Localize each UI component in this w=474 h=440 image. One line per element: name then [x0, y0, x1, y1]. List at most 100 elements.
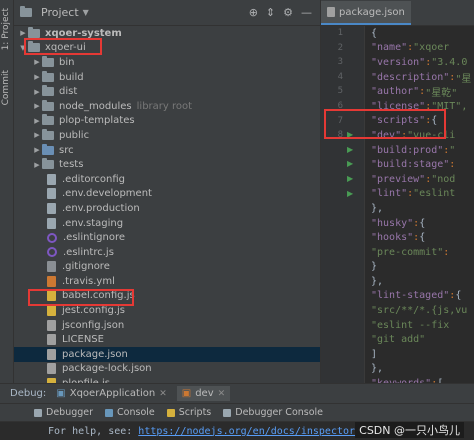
tree-item[interactable]: LICENSE [14, 332, 320, 347]
tree-item-label: src [59, 144, 74, 156]
tree-item[interactable]: package.json [14, 347, 320, 362]
tree-item[interactable]: .env.production [14, 201, 320, 216]
json-file-icon [47, 348, 56, 360]
code-line[interactable]: "lint": "eslint [365, 187, 474, 202]
code-line[interactable]: "lint-staged": { [365, 289, 474, 304]
code-line[interactable]: "build:stage": [365, 157, 474, 172]
tree-item[interactable]: ▶ xqoer-system [14, 26, 320, 41]
chevron-down-icon[interactable]: ▼ [83, 8, 89, 17]
chevron-right-icon[interactable]: ▶ [32, 58, 42, 66]
code-line[interactable]: "author": "星乾" [365, 84, 474, 99]
close-icon[interactable]: ✕ [159, 389, 167, 399]
code-line[interactable]: "dev": "vue-cli [365, 128, 474, 143]
run-script-icon[interactable]: ▶ [347, 130, 353, 139]
tree-item[interactable]: .editorconfig [14, 172, 320, 187]
code-line[interactable]: }, [365, 274, 474, 289]
code-area[interactable]: { "name": "xqoer "version": "3.4.0 "desc… [365, 26, 474, 383]
code-line[interactable]: "eslint --fix [365, 318, 474, 333]
run-script-icon[interactable]: ▶ [347, 174, 353, 183]
tree-item[interactable]: ▶ dist [14, 84, 320, 99]
gear-icon[interactable]: ⚙ [283, 6, 293, 19]
code-line[interactable]: "version": "3.4.0 [365, 55, 474, 70]
editor-tab-package-json[interactable]: package.json [321, 1, 411, 25]
chevron-right-icon[interactable]: ▶ [32, 88, 42, 96]
debugger-console-icon [223, 408, 232, 417]
console-tab[interactable]: Console [105, 407, 155, 418]
code-line[interactable]: "description": "星 [365, 70, 474, 85]
line-number: 8 [337, 130, 343, 141]
chevron-right-icon[interactable]: ▶ [32, 131, 42, 139]
run-script-icon[interactable]: ▶ [347, 159, 353, 168]
line-number: 1 [337, 28, 343, 38]
tree-item[interactable]: .eslintignore [14, 230, 320, 245]
collapse-icon[interactable]: ⇕ [266, 6, 275, 19]
git-file-icon [47, 261, 56, 273]
code-line[interactable]: "license": "MIT", [365, 99, 474, 114]
minimize-icon[interactable]: — [301, 6, 312, 19]
code-line[interactable]: "build:prod": " [365, 143, 474, 158]
commit-tool-tab[interactable]: Commit [1, 70, 13, 105]
tree-item[interactable]: ▶ node_modules library root [14, 99, 320, 114]
tree-item[interactable]: jest.config.js [14, 303, 320, 318]
globe-icon[interactable]: ⊕ [249, 6, 258, 19]
tree-item[interactable]: ▶ build [14, 70, 320, 85]
tree-item[interactable]: ▶ src [14, 143, 320, 158]
editor-tab-bar: package.json [321, 0, 474, 26]
scripts-tab[interactable]: Scripts [166, 407, 211, 418]
debugger-tab[interactable]: Debugger [34, 407, 93, 418]
tree-item[interactable]: ▶ plop-templates [14, 114, 320, 129]
code-line[interactable]: "hooks": { [365, 230, 474, 245]
code-line[interactable]: "keywords": [ [365, 376, 474, 383]
folder-icon [42, 114, 54, 126]
chevron-right-icon[interactable]: ▶ [32, 102, 42, 110]
tree-item[interactable]: jsconfig.json [14, 318, 320, 333]
code-line[interactable]: ] [365, 347, 474, 362]
code-line[interactable]: "husky": { [365, 216, 474, 231]
tree-item[interactable]: .env.staging [14, 216, 320, 231]
code-line[interactable]: "src/**/*.{js,vu [365, 303, 474, 318]
debug-tab-dev[interactable]: ▣ dev ✕ [176, 386, 231, 401]
chevron-right-icon[interactable]: ▶ [32, 161, 42, 169]
tree-item[interactable]: .travis.yml [14, 274, 320, 289]
tree-item[interactable]: babel.config.js [14, 289, 320, 304]
folder-icon [42, 70, 54, 82]
run-script-icon[interactable]: ▶ [347, 145, 353, 154]
tree-item[interactable]: ▼ xqoer-ui [14, 41, 320, 56]
folder-icon [42, 158, 54, 170]
code-line[interactable]: "pre-commit": [365, 245, 474, 260]
tree-item[interactable]: .eslintrc.js [14, 245, 320, 260]
tree-item-label: bin [59, 56, 75, 68]
chevron-down-icon[interactable]: ▼ [18, 44, 28, 52]
code-line[interactable]: "scripts": { [365, 114, 474, 129]
tree-item[interactable]: ▶ tests [14, 157, 320, 172]
tree-item[interactable]: .gitignore [14, 260, 320, 275]
tree-item[interactable]: ▶ public [14, 128, 320, 143]
tree-item[interactable]: package-lock.json [14, 362, 320, 377]
tree-item[interactable]: plopfile.js [14, 376, 320, 383]
tree-item[interactable]: .env.development [14, 187, 320, 202]
code-line[interactable]: { [365, 26, 474, 41]
debug-label: Debug: [10, 388, 47, 399]
chevron-right-icon[interactable]: ▶ [18, 29, 28, 37]
code-line[interactable]: }, [365, 201, 474, 216]
code-line[interactable]: "name": "xqoer [365, 41, 474, 56]
chevron-right-icon[interactable]: ▶ [32, 73, 42, 81]
chevron-right-icon[interactable]: ▶ [32, 146, 42, 154]
debug-tab-xqoer-application[interactable]: ▣ XqoerApplication ✕ [56, 388, 166, 399]
project-panel-header: Project ▼ ⊕ ⇕ ⚙ — [14, 0, 320, 26]
code-line[interactable]: "preview": "nod [365, 172, 474, 187]
code-line[interactable]: } [365, 260, 474, 275]
debugger-console-tab[interactable]: Debugger Console [223, 407, 323, 418]
close-icon[interactable]: ✕ [218, 389, 226, 399]
project-tool-tab[interactable]: 1: Project [1, 8, 13, 50]
debugger-console-tab-label: Debugger Console [235, 407, 324, 418]
code-line[interactable]: "git add" [365, 332, 474, 347]
chevron-right-icon[interactable]: ▶ [32, 117, 42, 125]
inspector-link[interactable]: https://nodejs.org/en/docs/inspector [138, 426, 355, 437]
code-line[interactable]: }, [365, 362, 474, 377]
project-tree: ▶ xqoer-system ▼ xqoer-ui ▶ bin ▶ build ▶ dist ▶ no… [14, 26, 320, 383]
tree-item-label: .env.staging [62, 217, 124, 229]
project-panel-title[interactable]: Project [41, 6, 79, 19]
tree-item[interactable]: ▶ bin [14, 55, 320, 70]
run-script-icon[interactable]: ▶ [347, 189, 353, 198]
